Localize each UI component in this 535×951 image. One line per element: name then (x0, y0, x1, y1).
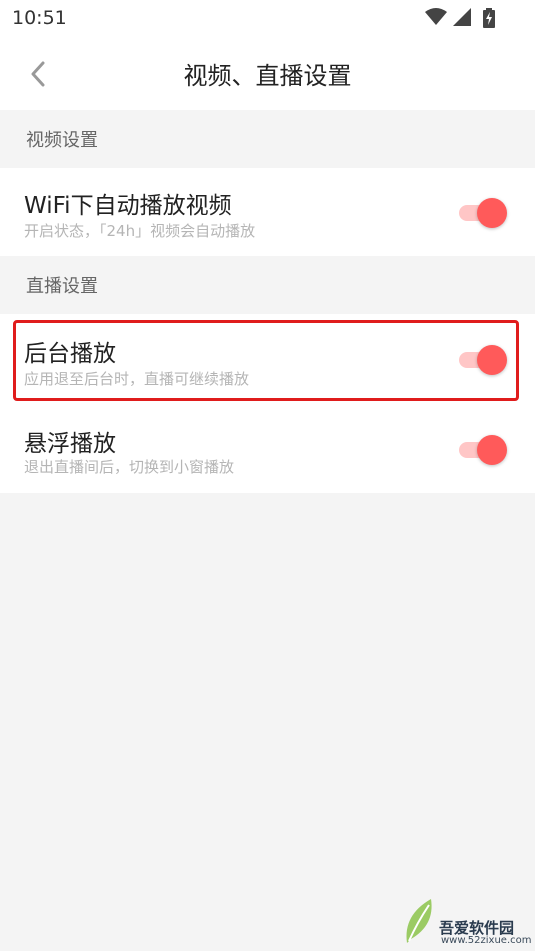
page-title: 视频、直播设置 (183, 61, 352, 90)
setting-title: 悬浮播放 (24, 431, 116, 457)
watermark-url: www.52zixue.com (441, 935, 532, 946)
section-header-live: 直播设置 (26, 276, 98, 297)
background-playback-toggle[interactable] (457, 344, 507, 375)
floating-playback-toggle[interactable] (457, 434, 507, 465)
setting-row-wifi-autoplay[interactable]: WiFi下自动播放视频 开启状态，「24h」视频会自动播放 (0, 168, 535, 256)
wifi-icon (425, 8, 447, 25)
status-time: 10:51 (12, 7, 67, 29)
setting-row-background-playback[interactable]: 后台播放 应用退至后台时，直播可继续播放 (0, 314, 535, 404)
setting-title: WiFi下自动播放视频 (24, 193, 232, 219)
wifi-autoplay-toggle[interactable] (457, 197, 507, 228)
signal-icon (453, 8, 471, 26)
setting-subtitle: 应用退至后台时，直播可继续播放 (24, 370, 250, 388)
settings-screen: 10:51 视频、直播设置 视频设置 WiFi下自动播放视频 开启状态，「24h… (0, 0, 535, 951)
watermark-logo: 吾爱软件园 www.52zixue.com (401, 889, 532, 947)
setting-title: 后台播放 (24, 341, 116, 367)
setting-subtitle: 退出直播间后，切换到小窗播放 (24, 458, 235, 476)
section-header-video: 视频设置 (26, 130, 98, 151)
back-button[interactable] (18, 54, 58, 94)
toggle-knob (477, 198, 507, 228)
setting-row-floating-playback[interactable]: 悬浮播放 退出直播间后，切换到小窗播放 (0, 404, 535, 493)
toggle-knob (477, 345, 507, 375)
toggle-knob (477, 435, 507, 465)
battery-charging-icon (483, 8, 495, 28)
app-header: 视频、直播设置 (0, 36, 535, 110)
chevron-left-icon (31, 61, 45, 87)
status-bar: 10:51 (0, 0, 535, 36)
setting-subtitle: 开启状态，「24h」视频会自动播放 (24, 222, 256, 240)
watermark-leaf-icon (406, 899, 432, 943)
